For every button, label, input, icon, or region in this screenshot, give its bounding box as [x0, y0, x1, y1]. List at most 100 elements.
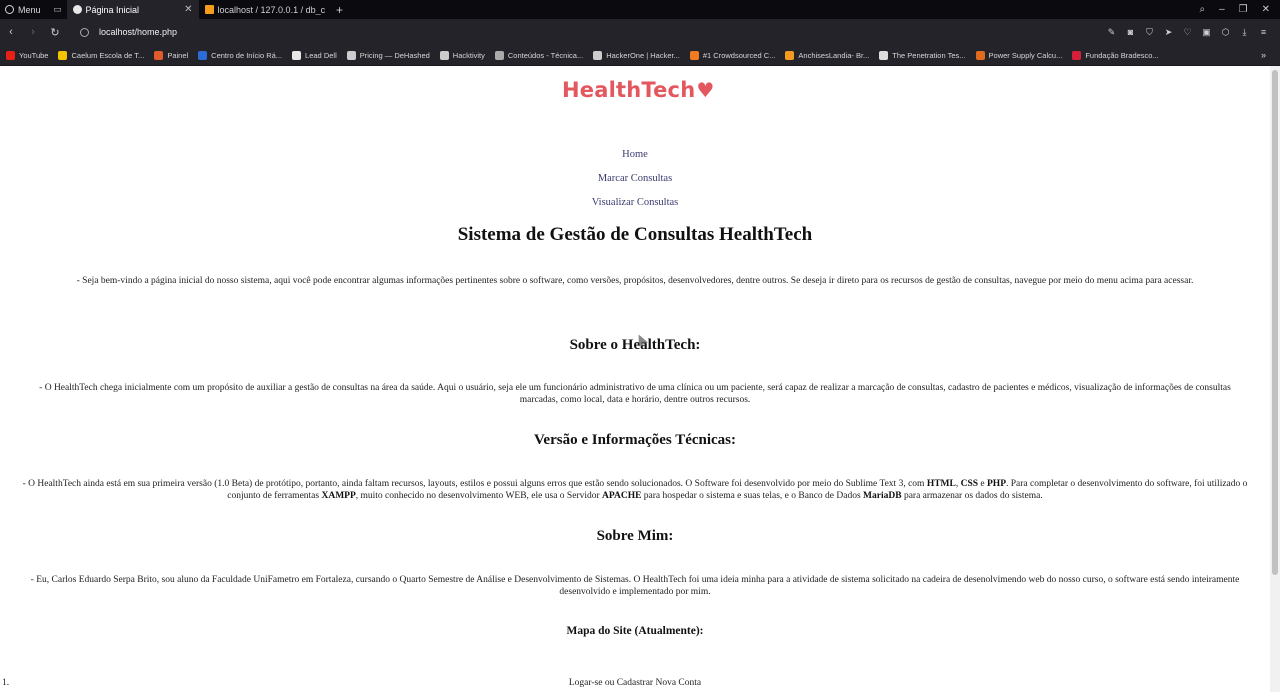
bookmark-item[interactable]: Fundação Bradesco... — [1072, 50, 1159, 60]
bookmark-label: The Penetration Tes... — [892, 50, 966, 60]
bookmark-item[interactable]: Pricing — DeHashed — [346, 50, 430, 60]
healthtech-logo[interactable]: HealthTech ♥ — [562, 78, 715, 102]
bookmark-favicon-icon — [494, 50, 504, 60]
browser-menu-button[interactable]: Menu — [0, 0, 49, 19]
bookmark-favicon-icon — [58, 50, 68, 60]
edit-icon[interactable]: ✎ — [1107, 27, 1116, 38]
menu-label: Menu — [18, 4, 41, 15]
camera-icon[interactable]: ◙ — [1126, 27, 1135, 38]
bookmark-item[interactable]: #1 Crowdsourced C... — [689, 50, 775, 60]
bookmark-item[interactable]: Painel — [154, 50, 189, 60]
bookmark-label: AnchisesLandia- Br... — [798, 50, 870, 60]
nav-link-visualizar-consultas[interactable]: Visualizar Consultas — [592, 197, 679, 208]
download-icon[interactable]: ⤓ — [1240, 27, 1249, 38]
bookmark-label: YouTube — [19, 50, 49, 60]
bookmark-favicon-icon — [1072, 50, 1082, 60]
bookmark-label: Power Supply Calcu... — [988, 50, 1063, 60]
bookmark-item[interactable]: Conteúdos - Técnica... — [494, 50, 584, 60]
bookmark-label: Caelum Escola de T... — [71, 50, 145, 60]
nav-item-home: Home — [0, 149, 1270, 160]
bookmark-item[interactable]: YouTube — [6, 50, 49, 60]
more-bookmarks-icon[interactable]: » — [1261, 50, 1280, 60]
text-span: , muito conhecido no desenvolvimento WEB… — [355, 491, 603, 501]
nav-link-home[interactable]: Home — [622, 149, 648, 160]
search-tabs-icon[interactable]: ⌕ — [1199, 4, 1205, 15]
bookmark-label: Hacktivity — [452, 50, 485, 60]
heart-pulse-icon: ♥ — [696, 78, 715, 102]
about-text: - O HealthTech chega inicialmente com um… — [39, 383, 1231, 405]
cube-icon[interactable]: ⬡ — [1221, 27, 1230, 38]
reload-icon[interactable]: ↻ — [44, 26, 66, 39]
bookmark-label: HackerOne | Hacker... — [606, 50, 680, 60]
tab-title: Página Inicial — [85, 4, 140, 15]
send-icon[interactable]: ➤ — [1164, 27, 1173, 38]
bookmark-favicon-icon — [6, 50, 15, 60]
shield-icon[interactable]: ⛉ — [1145, 27, 1154, 38]
browser-tab-bar: Menu ▭ Página Inicial ✕ localhost / 127.… — [0, 0, 1280, 19]
bookmarks-bar: YouTube Caelum Escola de T... Painel Centro… — [0, 45, 1280, 66]
address-bar: ‹ › ↻ localhost/home.php ✎ ◙ ⛉ ➤ ♡ ▣ ⬡ ⤓… — [0, 19, 1280, 45]
bookmark-favicon-icon — [593, 50, 603, 60]
bookmark-favicon-icon — [439, 50, 449, 60]
bookmark-label: Centro de Início Rá... — [211, 50, 283, 60]
bookmark-favicon-icon — [198, 50, 208, 60]
tab-overview-icon[interactable]: ▭ — [49, 0, 67, 19]
page-title: Sistema de Gestão de Consultas HealthTec… — [457, 224, 813, 245]
back-icon[interactable]: ‹ — [0, 26, 22, 38]
sitemap-item-login[interactable]: Logar-se ou Cadastrar Nova Conta — [0, 678, 1270, 688]
bookmark-label: Conteúdos - Técnica... — [507, 50, 584, 60]
tab-phpmyadmin[interactable]: localhost / 127.0.0.1 / db_c — [199, 0, 331, 19]
text-span: para armazenar os dados do sistema. — [901, 491, 1043, 501]
heart-icon[interactable]: ♡ — [1183, 27, 1192, 38]
phpmyadmin-icon — [204, 5, 214, 14]
text-span: para hospedar o sistema e suas telas, e … — [641, 491, 864, 501]
bookmark-favicon-icon — [292, 50, 302, 60]
bookmark-item[interactable]: Centro de Início Rá... — [198, 50, 283, 60]
bookmark-item[interactable]: HackerOne | Hacker... — [593, 50, 680, 60]
intro-text: - Seja bem-vindo a página inicial do nos… — [76, 276, 1194, 286]
minimize-icon[interactable]: ‒ — [1219, 4, 1225, 15]
forward-icon[interactable]: › — [22, 26, 44, 38]
bookmark-item[interactable]: Lead Dell — [292, 50, 337, 60]
bold-mariadb: MariaDB — [863, 491, 902, 501]
bookmark-item[interactable]: AnchisesLandia- Br... — [785, 50, 870, 60]
site-info-icon[interactable] — [80, 27, 89, 37]
bookmark-item[interactable]: Power Supply Calcu... — [975, 50, 1063, 60]
tab-home[interactable]: Página Inicial ✕ — [66, 0, 199, 19]
bookmark-item[interactable]: Caelum Escola de T... — [58, 50, 145, 60]
wallet-icon[interactable]: ▣ — [1202, 27, 1211, 38]
about-me-text: - Eu, Carlos Eduardo Serpa Brito, sou al… — [30, 575, 1240, 597]
more-menu-icon[interactable]: ≡ — [1259, 27, 1268, 38]
sitemap-heading: Mapa do Site (Atualmente): — [566, 625, 704, 637]
version-text: - O HealthTech ainda está em sua primeir… — [20, 478, 1250, 502]
page-scrollbar[interactable] — [1270, 66, 1280, 692]
scrollbar-thumb[interactable] — [1272, 70, 1278, 575]
page-content: HealthTech ♥ Home Marcar Consultas Visua… — [0, 66, 1270, 692]
restore-icon[interactable]: ❐ — [1239, 4, 1248, 15]
bold-html: HTML — [926, 479, 956, 489]
tab-title: localhost / 127.0.0.1 / db_c — [217, 4, 325, 15]
bookmark-item[interactable]: Hacktivity — [439, 50, 485, 60]
nav-item-visualizar: Visualizar Consultas — [0, 197, 1270, 208]
bookmark-favicon-icon — [689, 50, 699, 60]
bold-apache: APACHE — [602, 491, 642, 501]
text-span: - O HealthTech ainda está em sua primeir… — [22, 479, 927, 489]
new-tab-icon[interactable]: + — [331, 3, 349, 17]
bookmark-label: Painel — [167, 50, 189, 60]
nav-link-marcar-consultas[interactable]: Marcar Consultas — [598, 173, 672, 184]
bookmark-label: Pricing — DeHashed — [359, 50, 430, 60]
bold-xampp: XAMPP — [321, 491, 356, 501]
bookmark-favicon-icon — [975, 50, 985, 60]
bookmark-label: Fundação Bradesco... — [1085, 50, 1159, 60]
bold-css: CSS — [960, 479, 979, 489]
bold-php: PHP — [987, 479, 1006, 489]
close-window-icon[interactable]: ✕ — [1262, 4, 1270, 15]
nav-item-marcar: Marcar Consultas — [0, 173, 1270, 184]
bookmark-favicon-icon — [879, 50, 889, 60]
about-me-heading: Sobre Mim: — [596, 528, 674, 544]
version-heading: Versão e Informações Técnicas: — [533, 432, 737, 448]
url-field[interactable]: localhost/home.php — [99, 27, 177, 37]
bookmark-favicon-icon — [346, 50, 356, 60]
bookmark-item[interactable]: The Penetration Tes... — [879, 50, 966, 60]
close-tab-icon[interactable]: ✕ — [184, 4, 192, 15]
